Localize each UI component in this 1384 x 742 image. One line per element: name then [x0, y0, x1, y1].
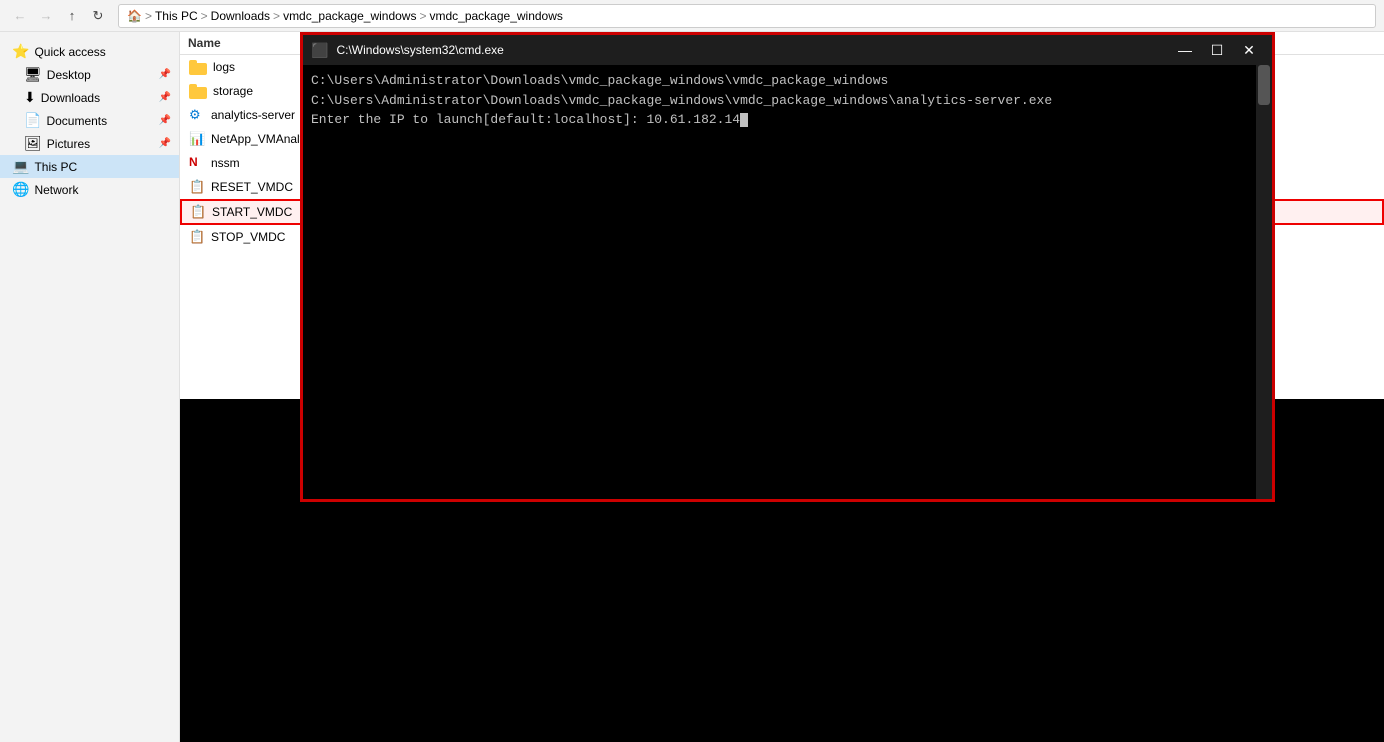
cmd-title-text: C:\Windows\system32\cmd.exe — [336, 43, 1162, 57]
sidebar-item-network[interactable]: 🌐 Network — [0, 178, 179, 201]
file-area: Name Date modified Type Size logs 12/3/2… — [180, 32, 1384, 742]
breadcrumb-downloads[interactable]: Downloads — [211, 9, 270, 23]
cmd-cursor — [740, 113, 748, 127]
file-name: nssm — [211, 156, 240, 170]
sidebar: ⭐ Quick access 🖥 Desktop 📌 ⬇ Downloads 📌… — [0, 32, 180, 742]
cmd-title-bar: ⬛ C:\Windows\system32\cmd.exe — ☐ ✕ — [303, 35, 1272, 65]
breadcrumb-folder2[interactable]: vmdc_package_windows — [429, 9, 562, 23]
file-name: analytics-server — [211, 108, 295, 122]
folder-icon — [189, 83, 207, 99]
nav-buttons: ← → ↑ ↻ — [8, 4, 110, 28]
sidebar-label-documents: Documents — [46, 114, 107, 128]
sidebar-label-network: Network — [34, 183, 78, 197]
sidebar-label-this-pc: This PC — [34, 160, 77, 174]
sidebar-item-downloads[interactable]: ⬇ Downloads 📌 — [0, 86, 179, 109]
cmd-minimize-button[interactable]: — — [1170, 39, 1200, 61]
file-name: STOP_VMDC — [211, 230, 285, 244]
desktop-icon: 🖥 — [24, 66, 42, 83]
file-name: storage — [213, 84, 253, 98]
folder-icon — [189, 59, 207, 75]
cmd-line3: Enter the IP to launch[default:localhost… — [311, 110, 1264, 130]
cmd-line2: C:\Users\Administrator\Downloads\vmdc_pa… — [311, 91, 1264, 111]
refresh-button[interactable]: ↻ — [86, 4, 110, 28]
xlsx-icon: 📊 — [189, 131, 205, 147]
sidebar-item-quick-access[interactable]: ⭐ Quick access — [0, 40, 179, 63]
up-button[interactable]: ↑ — [60, 4, 84, 28]
breadcrumb-folder1[interactable]: vmdc_package_windows — [283, 9, 416, 23]
explorer-body: ⭐ Quick access 🖥 Desktop 📌 ⬇ Downloads 📌… — [0, 32, 1384, 742]
pictures-icon: 🖼 — [24, 135, 42, 152]
documents-pin-icon: 📌 — [159, 115, 171, 126]
cmd-controls: — ☐ ✕ — [1170, 39, 1264, 61]
documents-icon: 📄 — [24, 112, 41, 129]
sidebar-item-pictures[interactable]: 🖼 Pictures 📌 — [0, 132, 179, 155]
cmd-body: C:\Users\Administrator\Downloads\vmdc_pa… — [303, 65, 1272, 499]
cmd-scroll-thumb[interactable] — [1258, 65, 1270, 105]
cmd-close-button[interactable]: ✕ — [1234, 39, 1264, 61]
desktop-pin-icon: 📌 — [159, 69, 171, 80]
quick-access-icon: ⭐ — [12, 43, 29, 60]
breadcrumb-home-icon: 🏠 — [127, 9, 142, 23]
file-name: logs — [213, 60, 235, 74]
title-bar: ← → ↑ ↻ 🏠 > This PC > Downloads > vmdc_p… — [0, 0, 1384, 32]
cmd-scrollbar[interactable] — [1256, 65, 1272, 499]
cmd-window[interactable]: ⬛ C:\Windows\system32\cmd.exe — ☐ ✕ C:\U… — [300, 32, 1275, 502]
sidebar-label-pictures: Pictures — [47, 137, 90, 151]
bat-icon: 📋 — [189, 229, 205, 245]
cmd-line1: C:\Users\Administrator\Downloads\vmdc_pa… — [311, 71, 1264, 91]
forward-button[interactable]: → — [34, 4, 58, 28]
downloads-icon: ⬇ — [24, 89, 36, 106]
pictures-pin-icon: 📌 — [159, 138, 171, 149]
network-icon: 🌐 — [12, 181, 29, 198]
sidebar-item-this-pc[interactable]: 💻 This PC — [0, 155, 179, 178]
breadcrumb-this-pc[interactable]: This PC — [155, 9, 198, 23]
sidebar-item-desktop[interactable]: 🖥 Desktop 📌 — [0, 63, 179, 86]
sidebar-item-documents[interactable]: 📄 Documents 📌 — [0, 109, 179, 132]
file-name: START_VMDC — [212, 205, 292, 219]
sidebar-label-downloads: Downloads — [41, 91, 100, 105]
file-name: RESET_VMDC — [211, 180, 293, 194]
sidebar-label-quick-access: Quick access — [34, 45, 105, 59]
this-pc-icon: 💻 — [12, 158, 29, 175]
bat-icon: 📋 — [189, 179, 205, 195]
cmd-maximize-button[interactable]: ☐ — [1202, 39, 1232, 61]
nssm-icon: N — [189, 155, 205, 171]
back-button[interactable]: ← — [8, 4, 32, 28]
sidebar-label-desktop: Desktop — [47, 68, 91, 82]
app-icon: ⚙ — [189, 107, 205, 123]
cmd-icon: ⬛ — [311, 42, 328, 59]
downloads-pin-icon: 📌 — [159, 92, 171, 103]
bat-icon: 📋 — [190, 204, 206, 220]
breadcrumb[interactable]: 🏠 > This PC > Downloads > vmdc_package_w… — [118, 4, 1376, 28]
